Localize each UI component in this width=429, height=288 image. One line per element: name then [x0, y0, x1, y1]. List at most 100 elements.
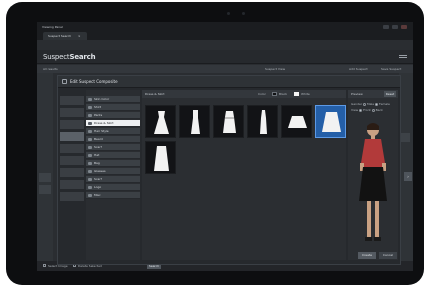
garment-item-skirt-short[interactable]: [281, 105, 312, 138]
right-panel: [399, 73, 413, 261]
garment-item-dress-a[interactable]: [145, 105, 176, 138]
view-label: View: [351, 108, 359, 112]
maximize-button[interactable]: [392, 25, 398, 29]
garment-item-dress-c[interactable]: [213, 105, 244, 138]
category-scarf[interactable]: Scarf: [86, 144, 140, 151]
color-swatch-black[interactable]: [272, 92, 277, 96]
left-panel: [37, 73, 53, 261]
create-button[interactable]: Create: [358, 252, 376, 259]
gender-row: Gender Male Female: [351, 102, 390, 106]
edit-composite-dialog: Edit Suspect Composite Skin Color Shirt …: [57, 75, 401, 265]
grid-heading: Dress & Skirt: [145, 92, 165, 96]
category-label: Beard: [94, 137, 103, 141]
skirt-icon: [288, 116, 307, 128]
color-option-label: Black: [279, 92, 288, 96]
garment-item-dress-b[interactable]: [179, 105, 210, 138]
skirt-icon: [322, 112, 341, 132]
category-label: Bag: [94, 161, 100, 165]
hair-icon: [88, 130, 92, 133]
add-suspect-button[interactable]: Add Suspect: [349, 67, 368, 71]
view-row: View Front Back: [351, 108, 383, 112]
dress-icon: [260, 110, 267, 134]
category-label: Hat: [94, 153, 100, 157]
category-dress-skirt[interactable]: Dress & Skirt: [86, 120, 140, 127]
select-image-checkbox[interactable]: [43, 264, 46, 267]
beard-icon: [88, 138, 92, 141]
dress-icon: [88, 122, 92, 125]
app-header: SuspectSearch: [37, 50, 413, 64]
garment-item-skirt-long[interactable]: [145, 141, 176, 174]
color-swatch-white[interactable]: [294, 92, 299, 96]
tab-close-icon[interactable]: ×: [78, 34, 81, 38]
preview-panel: Preview Reset Gender Male Female View Fr…: [348, 90, 398, 260]
left-panel-item[interactable]: [39, 185, 51, 194]
close-window-button[interactable]: [401, 25, 407, 29]
thumbnail[interactable]: [60, 132, 84, 141]
reset-button[interactable]: Reset: [384, 91, 396, 97]
category-logo[interactable]: Logo: [86, 184, 140, 191]
tab-suspect-search[interactable]: Suspect Search ×: [43, 32, 87, 40]
shirt-icon: [88, 106, 92, 109]
sub-toolbar: All results Suspect View Add Suspect Sav…: [37, 65, 413, 73]
cancel-button[interactable]: Cancel: [379, 252, 397, 259]
suspect-view-tab[interactable]: Suspect View: [265, 67, 285, 71]
front-radio[interactable]: [359, 108, 363, 112]
right-panel-item[interactable]: [401, 133, 410, 142]
results-tab[interactable]: All results: [43, 67, 58, 71]
minimize-button[interactable]: [383, 25, 389, 29]
pants-icon: [88, 114, 92, 117]
dialog-title: Edit Suspect Composite: [70, 79, 118, 84]
category-label: Logo: [94, 185, 102, 189]
back-radio[interactable]: [371, 108, 375, 112]
garment-item-dress-d[interactable]: [247, 105, 278, 138]
skin-color-icon: [88, 98, 92, 101]
category-beard[interactable]: Beard: [86, 136, 140, 143]
category-pants[interactable]: Pants: [86, 112, 140, 119]
category-label: Misc: [94, 193, 101, 197]
thumbnail[interactable]: [60, 96, 84, 105]
category-label: Scarf: [94, 145, 102, 149]
back-label: Back: [375, 108, 383, 112]
female-radio[interactable]: [375, 102, 379, 106]
category-scarf-2[interactable]: Scarf: [86, 176, 140, 183]
category-skin-color[interactable]: Skin Color: [86, 96, 140, 103]
item-grid-panel: Dress & Skirt Color Black White: [142, 90, 346, 260]
male-label: Male: [367, 102, 375, 106]
gender-label: Gender: [351, 102, 363, 106]
thumbnail[interactable]: [60, 120, 84, 129]
scarf-icon: [88, 178, 92, 181]
category-shirt[interactable]: Shirt: [86, 104, 140, 111]
app-screen: Viewing Panel Suspect Search × SuspectSe…: [37, 22, 413, 271]
category-hair-style[interactable]: Hair Style: [86, 128, 140, 135]
window-titlebar: Viewing Panel Suspect Search ×: [37, 22, 413, 40]
bag-icon: [88, 162, 92, 165]
dress-icon: [223, 111, 236, 133]
category-label: Shirt: [94, 105, 102, 109]
hamburger-menu-icon[interactable]: [399, 55, 407, 58]
misc-icon: [88, 194, 92, 197]
thumbnail[interactable]: [60, 168, 84, 177]
skirt-icon: [154, 146, 169, 171]
category-glasses[interactable]: Glasses: [86, 168, 140, 175]
grid-header: Dress & Skirt Color Black White: [142, 90, 346, 98]
category-hat[interactable]: Hat: [86, 152, 140, 159]
thumbnail[interactable]: [60, 144, 84, 153]
thumbnail[interactable]: [60, 108, 84, 117]
thumbnail[interactable]: [60, 156, 84, 165]
category-list: Skin Color Shirt Pants Dress & Skirt Hai…: [86, 90, 140, 260]
left-panel-item[interactable]: [39, 173, 51, 182]
category-misc[interactable]: Misc: [86, 192, 140, 199]
save-suspect-button[interactable]: Save Suspect: [381, 67, 401, 71]
thumbnail[interactable]: [60, 180, 84, 189]
next-arrow-button[interactable]: ›: [404, 172, 412, 181]
category-bag[interactable]: Bag: [86, 160, 140, 167]
thumbnail[interactable]: [60, 192, 84, 201]
male-radio[interactable]: [363, 102, 367, 106]
garment-item-skirt-flare[interactable]: [315, 105, 346, 138]
dialog-titlebar: Edit Suspect Composite: [58, 76, 400, 88]
color-label: Color: [258, 92, 266, 96]
dress-icon: [191, 110, 200, 134]
category-label: Scarf: [94, 177, 102, 181]
glasses-icon: [88, 170, 92, 173]
female-label: Female: [379, 102, 390, 106]
